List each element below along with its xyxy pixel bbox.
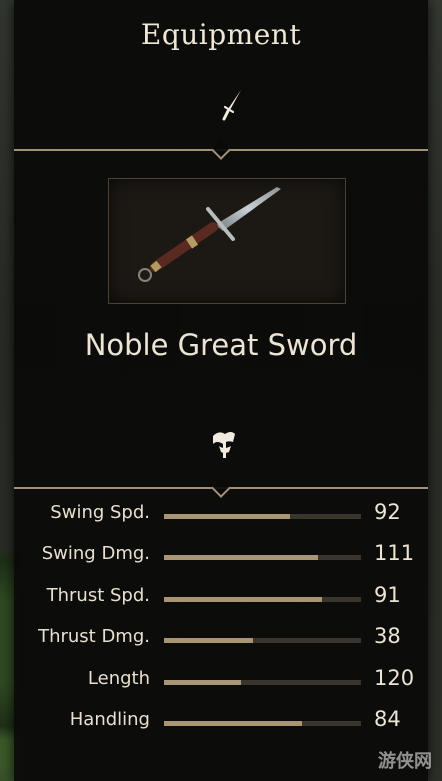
stat-value: 92 [374,500,401,524]
stat-bar [164,721,361,726]
stat-bar [164,638,361,643]
stat-label: Length [87,668,150,689]
stat-label: Thrust Spd. [46,585,150,606]
item-image-frame[interactable] [108,178,346,304]
panel-title: Equipment [140,18,302,51]
site-watermark: 游侠网 [378,751,432,772]
stat-value: 111 [374,541,415,565]
divider-stats [14,478,428,499]
divider-top [14,140,428,161]
stat-row-thrust-speed: Thrust Spd. 91 [14,583,428,613]
stat-row-length: Length 120 [14,666,428,696]
stat-value: 120 [374,666,415,690]
equipment-panel: Equipment Noble Great Sword Swing Spd. 9… [14,0,428,781]
stat-bar [164,514,361,519]
stat-value: 84 [374,707,401,731]
scroll-icon [213,432,235,458]
item-name: Noble Great Sword [84,328,358,362]
stat-value: 91 [374,583,401,607]
stat-bar [164,597,361,602]
dagger-icon [222,90,241,121]
stat-value: 38 [374,624,401,648]
stat-row-swing-speed: Swing Spd. 92 [14,500,428,530]
sword-image [138,187,281,282]
stat-label: Handling [69,709,150,730]
stat-label: Thrust Dmg. [38,626,150,647]
stat-row-thrust-damage: Thrust Dmg. 38 [14,624,428,654]
stat-bar [164,680,361,685]
stat-label: Swing Dmg. [41,543,150,564]
stat-row-swing-damage: Swing Dmg. 111 [14,541,428,571]
stat-row-handling: Handling 84 [14,707,428,737]
stat-bar [164,555,361,560]
stat-label: Swing Spd. [50,502,150,523]
